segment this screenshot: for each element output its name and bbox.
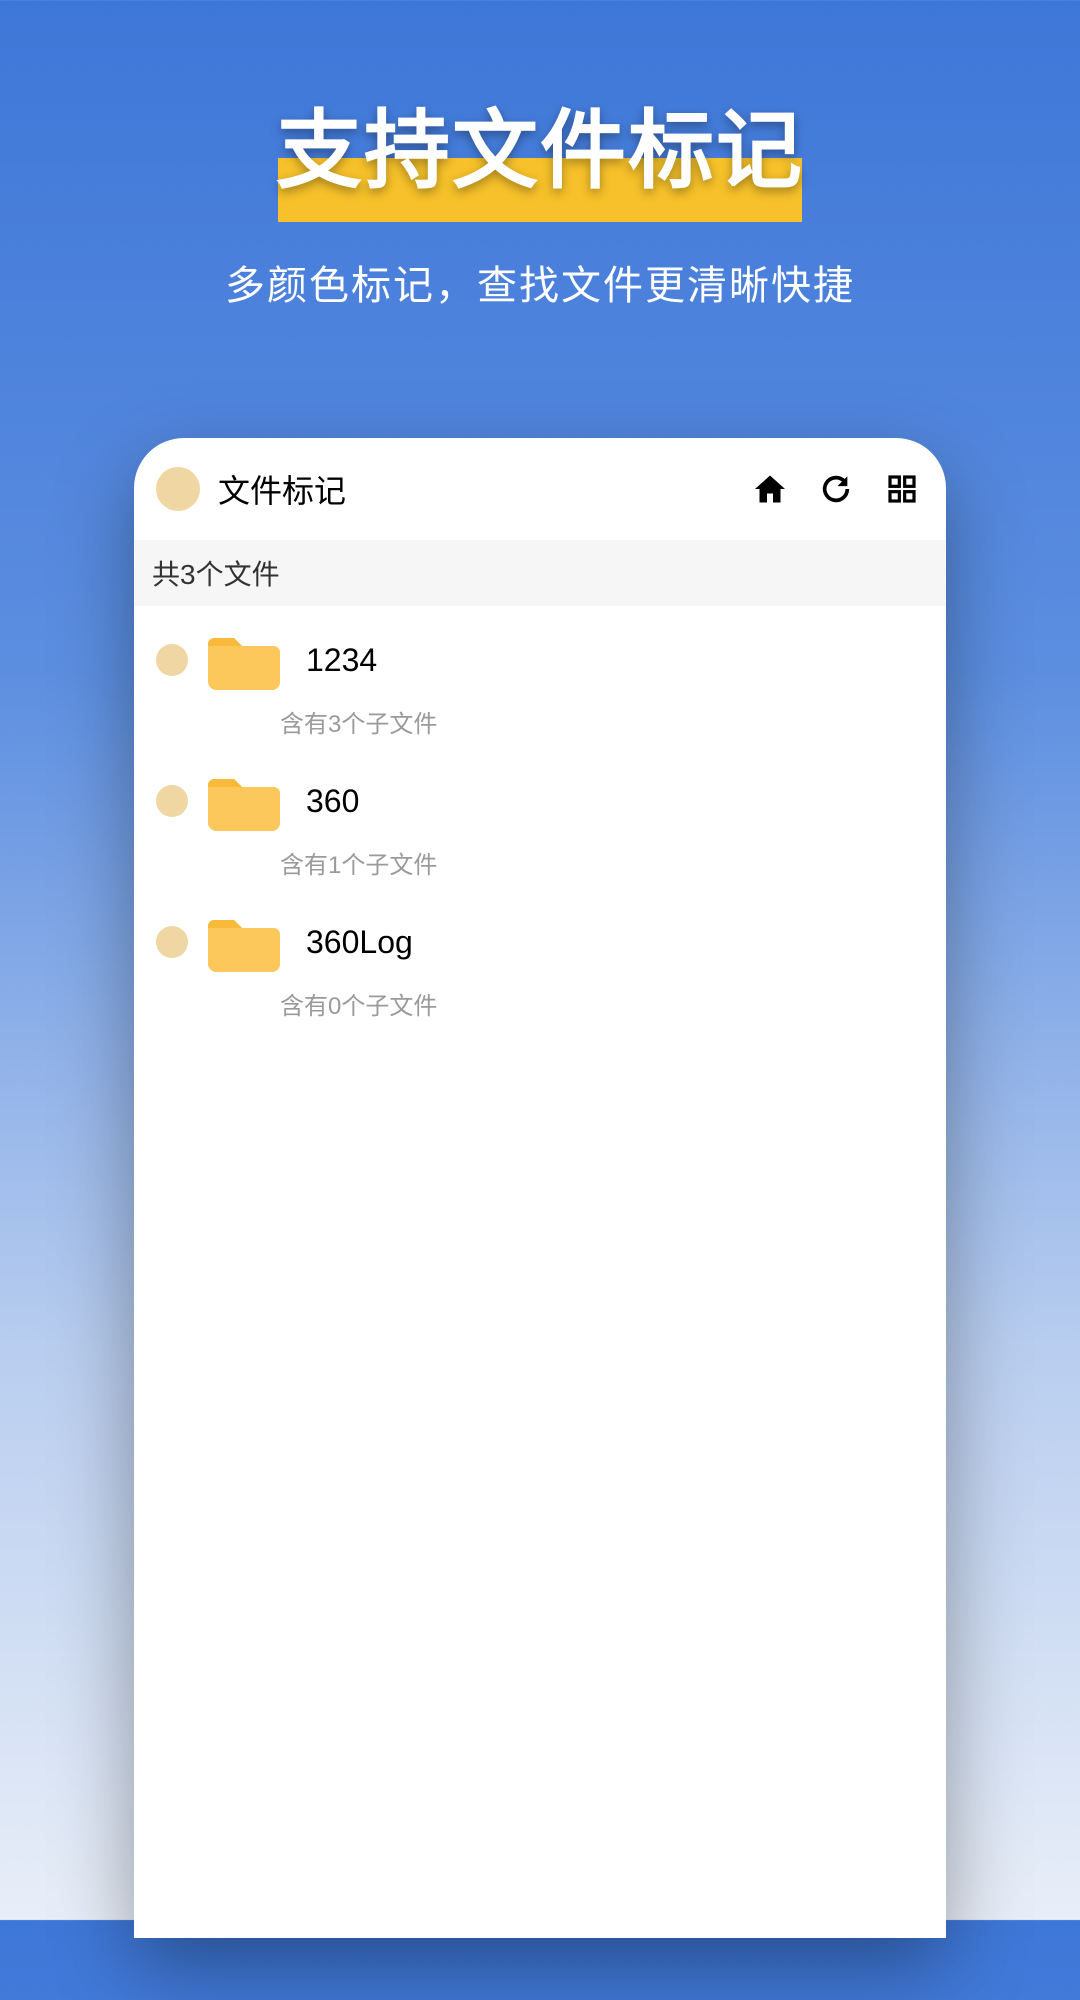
tag-color-dot (156, 644, 188, 676)
list-item[interactable]: 360Log 含有0个子文件 (134, 898, 946, 1021)
grid-view-icon[interactable] (880, 467, 924, 511)
list-item[interactable]: 360 含有1个子文件 (134, 757, 946, 880)
folder-name: 360Log (306, 924, 413, 961)
tag-color-dot (156, 926, 188, 958)
file-count-text: 共3个文件 (152, 553, 280, 593)
folder-icon (208, 771, 280, 831)
home-icon[interactable] (748, 467, 792, 511)
hero-title-wrap: 支持文件标记 (0, 80, 1080, 205)
tag-color-dot (156, 785, 188, 817)
phone-frame: 文件标记 共3个文件 1234 含有3个子文件 360 (134, 438, 946, 1938)
folder-name: 360 (306, 783, 359, 820)
folder-subtext: 含有3个子文件 (280, 704, 946, 739)
hero-title: 支持文件标记 (0, 80, 1080, 205)
folder-name: 1234 (306, 642, 377, 679)
folder-icon (208, 912, 280, 972)
app-bar-title: 文件标记 (218, 466, 726, 512)
file-list: 1234 含有3个子文件 360 含有1个子文件 360Log 含有0个子文件 (134, 606, 946, 1021)
folder-icon (208, 630, 280, 690)
list-item[interactable]: 1234 含有3个子文件 (134, 616, 946, 739)
hero-subtitle: 多颜色标记，查找文件更清晰快捷 (0, 253, 1080, 311)
file-count-bar: 共3个文件 (134, 540, 946, 606)
app-bar: 文件标记 (134, 438, 946, 540)
folder-subtext: 含有0个子文件 (280, 986, 946, 1021)
folder-subtext: 含有1个子文件 (280, 845, 946, 880)
tag-color-dot[interactable] (156, 467, 200, 511)
refresh-icon[interactable] (814, 467, 858, 511)
